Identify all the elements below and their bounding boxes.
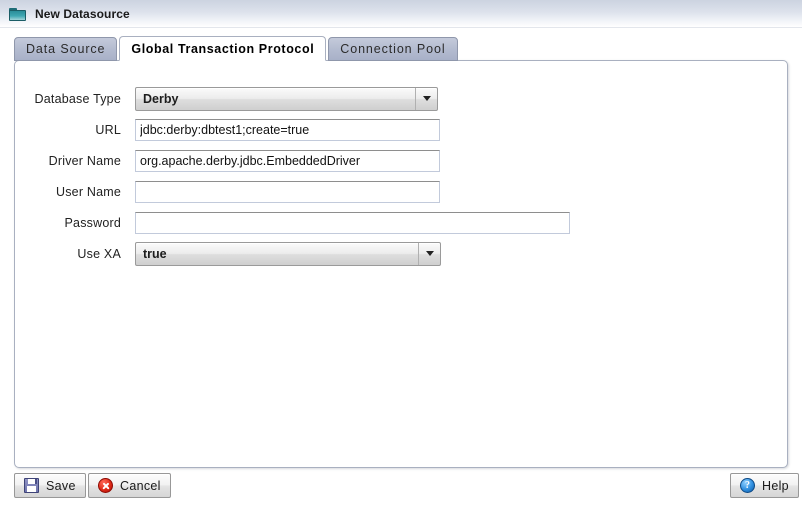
tab-label: Connection Pool [340,42,446,56]
chevron-down-icon[interactable] [418,242,440,265]
datasource-form: Database Type Derby URL Driver Name User… [15,83,789,269]
use-xa-dropdown[interactable]: true [135,241,441,266]
label-user-name: User Name [55,184,121,199]
folder-icon [9,7,26,21]
label-driver-name: Driver Name [48,153,121,168]
form-row-url: URL [15,114,789,145]
driver-name-input[interactable] [135,149,440,172]
save-button-label: Save [46,478,76,493]
save-button[interactable]: Save [14,473,86,498]
red-x-circle-icon [98,478,113,493]
question-circle-icon: ? [740,478,755,493]
tab-data-source[interactable]: Data Source [14,37,118,61]
form-row-password: Password [15,207,789,238]
dialog-button-bar: Save Cancel ? Help [0,473,802,507]
url-input[interactable] [135,118,440,141]
window-title-bar: New Datasource [0,0,802,28]
tab-label: Global Transaction Protocol [131,41,315,56]
cancel-button-label: Cancel [120,478,161,493]
floppy-disk-icon [24,478,39,493]
tab-bar: Data Source Global Transaction Protocol … [14,36,460,61]
help-button-label: Help [762,478,789,493]
help-button[interactable]: ? Help [730,473,799,498]
database-type-dropdown[interactable]: Derby [135,86,438,111]
label-database-type: Database Type [34,91,121,106]
chevron-down-icon[interactable] [415,87,437,110]
database-type-value: Derby [143,91,179,106]
form-row-database-type: Database Type Derby [15,83,789,114]
form-row-use-xa: Use XA true [15,238,789,269]
use-xa-value: true [143,246,167,261]
tab-label: Data Source [26,42,106,56]
form-row-driver-name: Driver Name [15,145,789,176]
label-url: URL [95,122,121,137]
label-password: Password [64,215,121,230]
window-title: New Datasource [35,6,130,21]
form-row-user-name: User Name [15,176,789,207]
tab-content-panel: Database Type Derby URL Driver Name User… [14,60,788,468]
tab-connection-pool[interactable]: Connection Pool [328,37,458,61]
password-input[interactable] [135,211,570,234]
user-name-input[interactable] [135,180,440,203]
tab-global-transaction-protocol[interactable]: Global Transaction Protocol [119,36,327,61]
cancel-button[interactable]: Cancel [88,473,171,498]
label-use-xa: Use XA [77,246,121,261]
